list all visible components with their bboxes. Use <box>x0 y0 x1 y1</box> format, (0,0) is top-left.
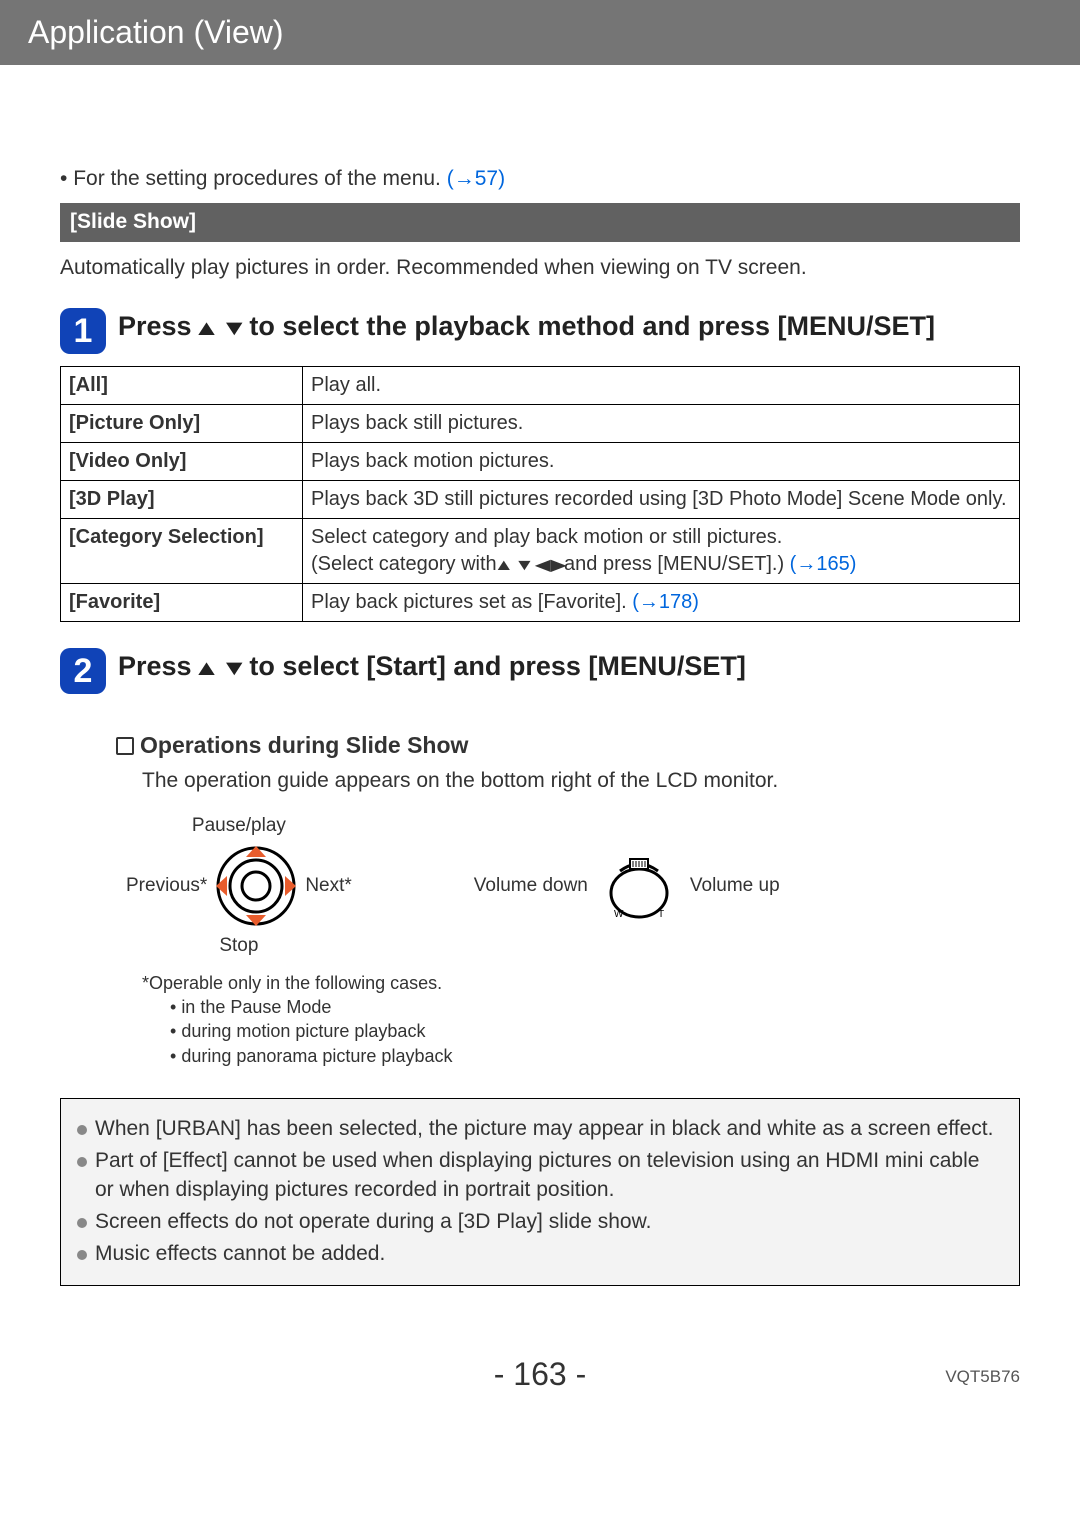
step-2-text: Press ▲▼ to select [Start] and press [ME… <box>118 648 746 682</box>
svg-text:T: T <box>658 909 664 920</box>
up-down-icon: ▲▼ <box>193 315 249 341</box>
link-165[interactable]: (→165) <box>790 553 857 575</box>
step-badge-2: 2 <box>60 648 106 694</box>
diagram-row: Pause/play Previous* Next* Stop Volume d… <box>120 809 1020 962</box>
star-bullet: during motion picture playback <box>170 1019 1020 1043</box>
star-bullet: during panorama picture playback <box>170 1044 1020 1068</box>
intro-line: • For the setting procedures of the menu… <box>60 165 1020 193</box>
infobox-item: Music effects cannot be added. <box>77 1240 1003 1268</box>
infobox-item: When [URBAN] has been selected, the pict… <box>77 1115 1003 1143</box>
dpad-down-label: Stop <box>219 933 258 959</box>
page-number: - 163 - <box>494 1356 586 1392</box>
star-bullet: in the Pause Mode <box>170 995 1020 1019</box>
section-bar-slide-show: [Slide Show] <box>60 203 1020 241</box>
star-bullets: in the Pause Mode during motion picture … <box>170 995 1020 1068</box>
volume-diagram: Volume down W T Volume up <box>468 851 786 921</box>
dpad-up-label: Pause/play <box>192 813 286 839</box>
operations-desc: The operation guide appears on the botto… <box>142 767 1020 795</box>
table-row: [All]Play all. <box>61 367 1020 405</box>
link-178[interactable]: (→178) <box>632 591 699 613</box>
dpad-left-label: Previous* <box>126 873 207 899</box>
doc-id: VQT5B76 <box>945 1367 1020 1387</box>
infobox-item: Screen effects do not operate during a [… <box>77 1208 1003 1236</box>
infobox-item: Part of [Effect] cannot be used when dis… <box>77 1147 1003 1204</box>
zoom-lever-icon: W T <box>600 851 678 921</box>
step-1: 1 Press ▲▼ to select the playback method… <box>60 308 1020 354</box>
options-table: [All]Play all. [Picture Only]Plays back … <box>60 366 1020 622</box>
up-down-icon: ▲▼ <box>193 655 249 681</box>
table-row: [Category Selection] Select category and… <box>61 519 1020 584</box>
dpad-right-label: Next* <box>305 873 351 899</box>
intro-text: For the setting procedures of the menu. <box>73 167 441 190</box>
svg-text:W: W <box>614 909 624 920</box>
footer: - 163 - VQT5B76 <box>0 1316 1080 1413</box>
table-row: [Video Only]Plays back motion pictures. <box>61 443 1020 481</box>
table-row: [Favorite] Play back pictures set as [Fa… <box>61 584 1020 622</box>
dpad-icon <box>213 843 299 929</box>
star-note: *Operable only in the following cases. <box>142 971 1020 995</box>
section-desc: Automatically play pictures in order. Re… <box>60 254 1020 282</box>
step-badge-1: 1 <box>60 308 106 354</box>
square-bullet-icon <box>116 737 134 755</box>
infobox: When [URBAN] has been selected, the pict… <box>60 1098 1020 1286</box>
step-2: 2 Press ▲▼ to select [Start] and press [… <box>60 648 1020 694</box>
intro-link[interactable]: (→57) <box>447 167 505 190</box>
table-row: [3D Play]Plays back 3D still pictures re… <box>61 481 1020 519</box>
step-1-text: Press ▲▼ to select the playback method a… <box>118 308 935 342</box>
dpad-diagram: Pause/play Previous* Next* Stop <box>120 809 358 962</box>
page-header: Application (View) <box>0 0 1080 65</box>
volume-up-label: Volume up <box>690 873 780 899</box>
table-row: [Picture Only]Plays back still pictures. <box>61 405 1020 443</box>
operations-heading: Operations during Slide Show <box>116 730 1020 761</box>
volume-down-label: Volume down <box>474 873 588 899</box>
arrows-icon: ▲▼◀▶ <box>494 555 567 577</box>
content: • For the setting procedures of the menu… <box>0 65 1080 1316</box>
